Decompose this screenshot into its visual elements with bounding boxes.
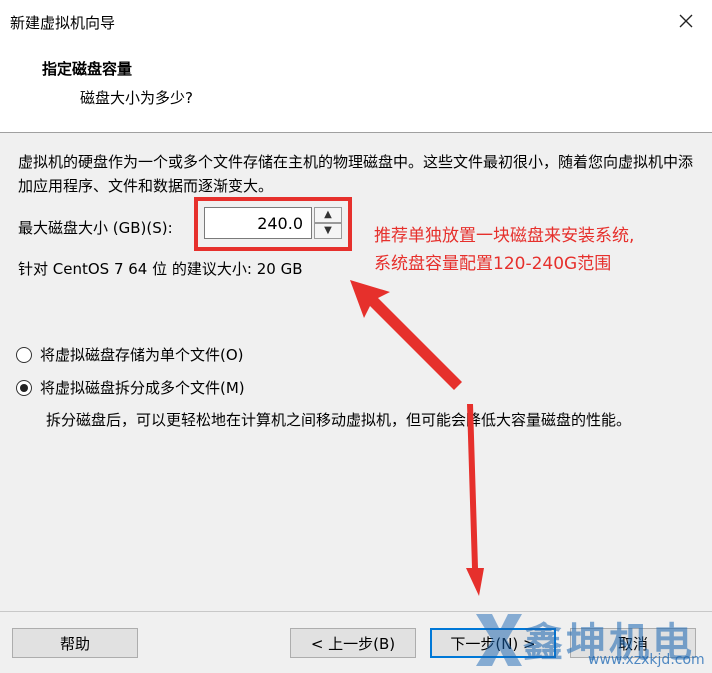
split-description: 拆分磁盘后，可以更轻松地在计算机之间移动虚拟机，但可能会降低大容量磁盘的性能。 — [46, 411, 632, 429]
wizard-header: 指定磁盘容量 磁盘大小为多少? — [0, 40, 712, 133]
recommended-size-text: 针对 CentOS 7 64 位 的建议大小: 20 GB — [18, 260, 303, 278]
radio-split-files[interactable]: 将虚拟磁盘拆分成多个文件(M) — [16, 377, 245, 398]
title-bar: 新建虚拟机向导 — [0, 0, 712, 40]
radio-single-file[interactable]: 将虚拟磁盘存储为单个文件(O) — [16, 344, 244, 365]
watermark-url: www.xzxkjd.com — [588, 652, 705, 668]
annotation-text: 推荐单独放置一块磁盘来安装系统, 系统盘容量配置120-240G范围 — [374, 222, 634, 278]
radio-split-files-circle[interactable] — [16, 379, 32, 396]
radio-single-file-circle[interactable] — [16, 346, 32, 363]
x-logo-icon — [476, 614, 522, 666]
help-button[interactable]: 帮助 — [12, 628, 138, 658]
highlight-annotation-box — [194, 197, 352, 251]
page-title: 指定磁盘容量 — [42, 60, 133, 78]
arrow-to-recommendation — [350, 280, 462, 390]
arrow-to-next-button — [466, 404, 484, 596]
window-title: 新建虚拟机向导 — [10, 14, 116, 32]
watermark: 鑫坤机电 www.xzxkjd.com — [470, 606, 712, 673]
page-subtitle: 磁盘大小为多少? — [80, 89, 193, 107]
annotation-line-2: 系统盘容量配置120-240G范围 — [374, 254, 612, 274]
description-text: 虚拟机的硬盘作为一个或多个文件存储在主机的物理磁盘中。这些文件最初很小，随着您向… — [18, 153, 694, 195]
annotation-line-1: 推荐单独放置一块磁盘来安装系统, — [374, 226, 635, 246]
disk-size-label: 最大磁盘大小 (GB)(S): — [18, 219, 173, 237]
close-icon[interactable] — [672, 7, 700, 35]
radio-single-file-label: 将虚拟磁盘存储为单个文件(O) — [40, 346, 244, 364]
back-button[interactable]: < 上一步(B) — [290, 628, 416, 658]
radio-split-files-label: 将虚拟磁盘拆分成多个文件(M) — [40, 379, 245, 397]
